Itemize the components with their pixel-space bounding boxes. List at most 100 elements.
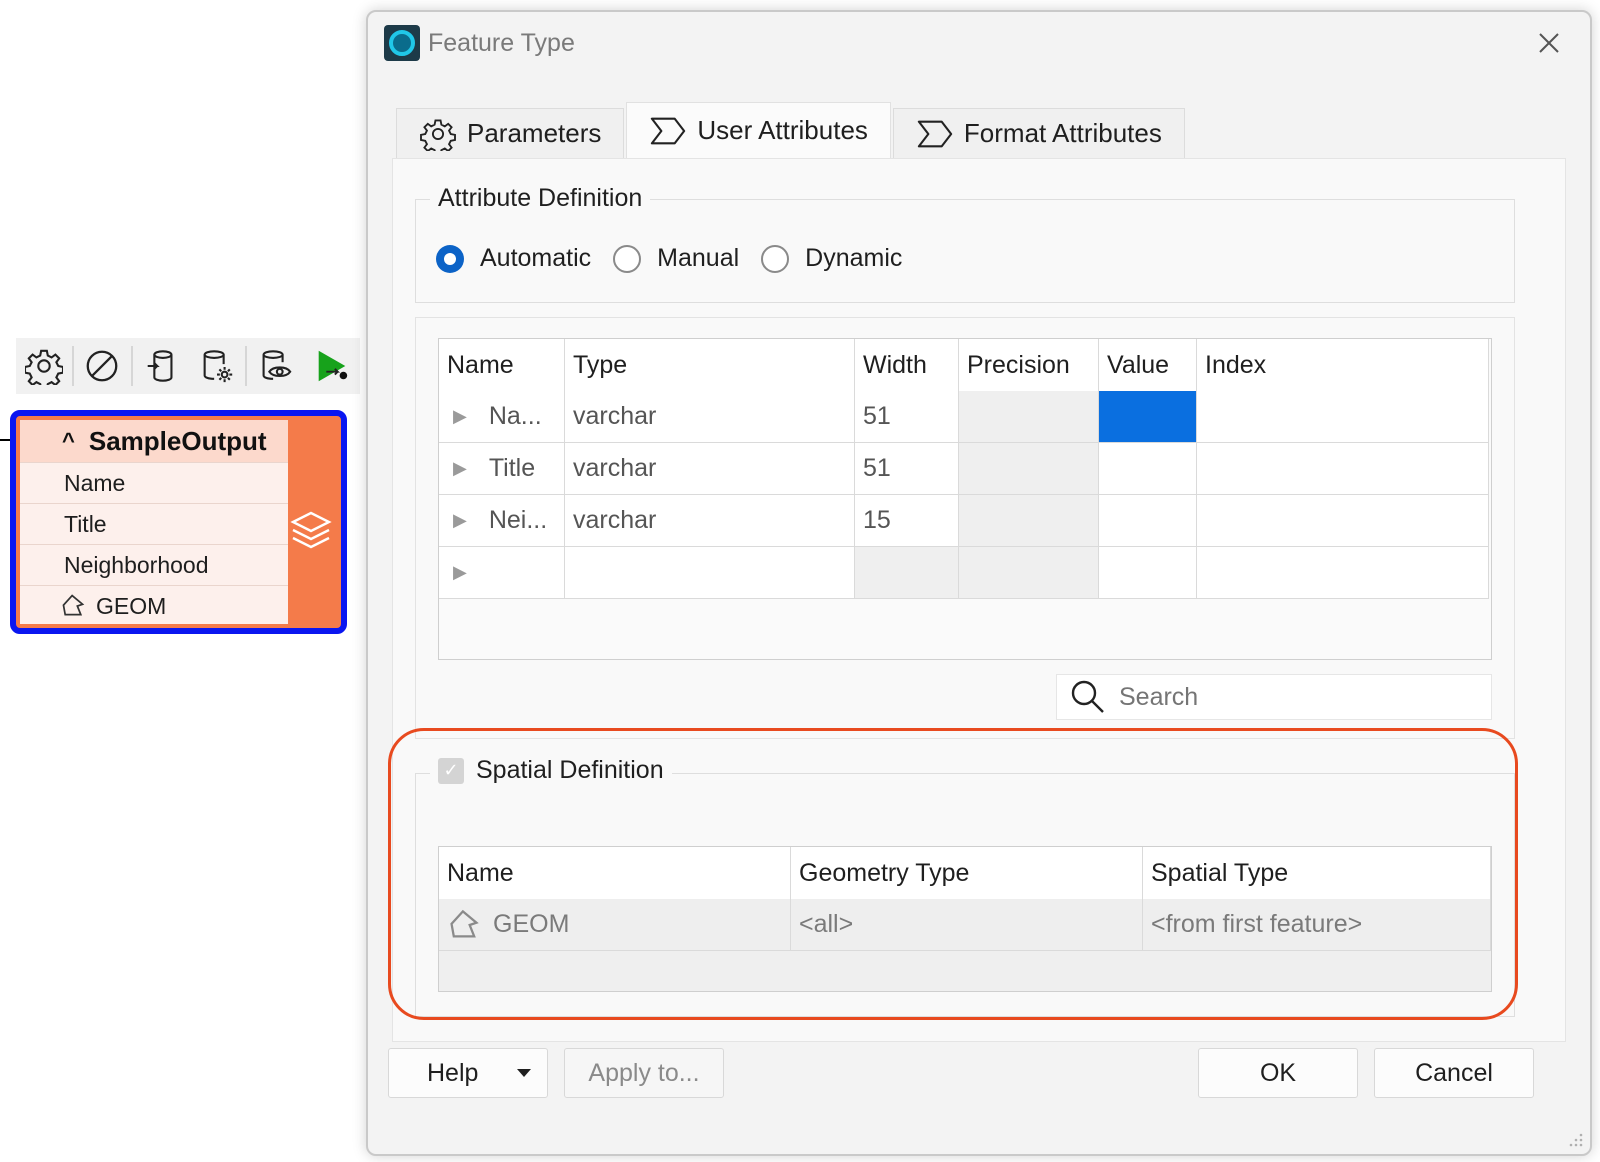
width-cell[interactable]: 51	[855, 391, 959, 443]
table-row[interactable]: ▶ Na... varchar 51	[439, 391, 1491, 443]
table-row-new[interactable]: ▶	[439, 547, 1491, 599]
help-button[interactable]: Help	[388, 1048, 548, 1098]
search-input[interactable]	[1119, 682, 1459, 712]
column-header[interactable]: Geometry Type	[791, 847, 1143, 899]
column-header[interactable]: Index	[1197, 339, 1489, 391]
cancel-button[interactable]: Cancel	[1374, 1048, 1534, 1098]
value-cell[interactable]	[1099, 547, 1197, 599]
value-cell-selected[interactable]	[1099, 391, 1197, 443]
spatial-definition-header: ✓ Spatial Definition	[430, 756, 672, 785]
column-header[interactable]: Width	[855, 339, 959, 391]
index-cell[interactable]	[1197, 547, 1489, 599]
name-cell[interactable]: GEOM	[439, 899, 791, 951]
spatial-definition-group: ✓ Spatial Definition Name Geometry Type …	[415, 756, 1515, 1017]
node-geometry-row[interactable]: GEOM	[20, 585, 288, 626]
value-cell[interactable]	[1099, 443, 1197, 495]
sigma-tab-icon	[651, 117, 686, 144]
table-header-row: Name Geometry Type Spatial Type	[439, 847, 1491, 899]
column-header[interactable]: Value	[1099, 339, 1197, 391]
precision-cell	[959, 391, 1099, 443]
attribute-table[interactable]: Name Type Width Precision Value Index ▶ N…	[438, 338, 1492, 660]
type-cell[interactable]: varchar	[565, 443, 855, 495]
radio-manual[interactable]: Manual	[613, 244, 739, 273]
precision-cell	[959, 495, 1099, 547]
radio-dot[interactable]	[761, 244, 790, 273]
node-attribute-label: Neighborhood	[64, 551, 209, 578]
spatial-definition-checkbox[interactable]: ✓	[438, 757, 464, 784]
table-row[interactable]: ▶ Title varchar 51	[439, 443, 1491, 495]
radio-label: Manual	[657, 244, 740, 272]
tab-format-attributes[interactable]: Format Attributes	[892, 108, 1185, 158]
radio-automatic[interactable]: Automatic	[436, 244, 591, 273]
writer-settings-icon[interactable]	[189, 341, 245, 391]
index-cell[interactable]	[1197, 443, 1489, 495]
type-cell[interactable]: varchar	[565, 391, 855, 443]
app-logo-icon	[384, 25, 420, 61]
name-cell[interactable]: ▶	[439, 547, 565, 599]
spatial-table[interactable]: Name Geometry Type Spatial Type GEOM <al…	[438, 846, 1492, 992]
radio-dot[interactable]	[613, 244, 642, 273]
type-cell[interactable]: varchar	[565, 495, 855, 547]
search-box[interactable]	[1056, 674, 1492, 720]
tab-label: Format Attributes	[963, 118, 1162, 148]
chevron-down-icon[interactable]	[517, 1069, 531, 1077]
inspect-icon[interactable]	[247, 341, 303, 391]
node-attribute-row[interactable]: Name	[20, 462, 288, 503]
collapse-caret-icon[interactable]: ^	[62, 428, 75, 454]
width-cell[interactable]: 15	[855, 495, 959, 547]
index-cell[interactable]	[1197, 391, 1489, 443]
node-header[interactable]: ^ SampleOutput	[20, 420, 288, 462]
name-cell[interactable]: ▶ Na...	[439, 391, 565, 443]
row-expand-icon[interactable]: ▶	[453, 458, 467, 479]
node-title: SampleOutput	[88, 425, 267, 456]
tab-bar: Parameters User Attributes Format Attrib…	[396, 98, 1187, 158]
apply-to-button[interactable]: Apply to...	[564, 1048, 724, 1098]
node-toolbar	[16, 338, 360, 394]
column-header[interactable]: Name	[439, 847, 791, 899]
table-row[interactable]: ▶ Nei... varchar 15	[439, 495, 1491, 547]
writer-node[interactable]: ^ SampleOutput Name Title Neighborhood G…	[10, 410, 347, 634]
resize-grip-icon[interactable]	[1568, 1132, 1584, 1148]
tab-label: User Attributes	[697, 115, 868, 145]
table-header-row: Name Type Width Precision Value Index	[439, 339, 1491, 391]
node-attribute-row[interactable]: Neighborhood	[20, 544, 288, 585]
width-cell	[855, 547, 959, 599]
radio-dynamic[interactable]: Dynamic	[761, 244, 902, 273]
row-expand-icon[interactable]: ▶	[453, 562, 467, 583]
row-expand-icon[interactable]: ▶	[453, 406, 467, 427]
button-label: Help	[427, 1058, 479, 1087]
cell-text: Title	[488, 454, 536, 482]
table-row[interactable]: GEOM <all> <from first feature>	[439, 899, 1491, 951]
column-header[interactable]: Precision	[959, 339, 1099, 391]
name-cell[interactable]: ▶ Nei...	[439, 495, 565, 547]
width-cell[interactable]: 51	[855, 443, 959, 495]
column-header[interactable]: Name	[439, 339, 565, 391]
spatial-type-cell[interactable]: <from first feature>	[1143, 899, 1491, 951]
dialog-titlebar[interactable]: Feature Type	[368, 12, 1590, 74]
geometry-type-cell[interactable]: <all>	[791, 899, 1143, 951]
tab-user-attributes[interactable]: User Attributes	[626, 102, 891, 158]
node-body: ^ SampleOutput Name Title Neighborhood G…	[20, 420, 288, 624]
disable-icon[interactable]	[74, 341, 130, 391]
radio-dot[interactable]	[436, 244, 464, 273]
gear-icon[interactable]	[16, 341, 72, 391]
node-geometry-label: GEOM	[96, 592, 167, 619]
tab-label: Parameters	[467, 118, 602, 148]
ok-button[interactable]: OK	[1198, 1048, 1358, 1098]
tab-parameters[interactable]: Parameters	[396, 108, 625, 158]
column-header[interactable]: Type	[565, 339, 855, 391]
node-attribute-label: Title	[64, 510, 107, 537]
run-icon[interactable]	[304, 341, 360, 391]
group-title: Spatial Definition	[476, 756, 664, 784]
value-cell[interactable]	[1099, 495, 1197, 547]
row-expand-icon[interactable]: ▶	[453, 510, 467, 531]
precision-cell	[959, 547, 1099, 599]
writer-icon[interactable]	[133, 341, 189, 391]
name-cell[interactable]: ▶ Title	[439, 443, 565, 495]
node-attribute-row[interactable]: Title	[20, 503, 288, 544]
index-cell[interactable]	[1197, 495, 1489, 547]
column-header[interactable]: Spatial Type	[1143, 847, 1491, 899]
radio-label: Dynamic	[805, 244, 903, 272]
type-cell[interactable]	[565, 547, 855, 599]
close-icon[interactable]	[1532, 26, 1566, 60]
